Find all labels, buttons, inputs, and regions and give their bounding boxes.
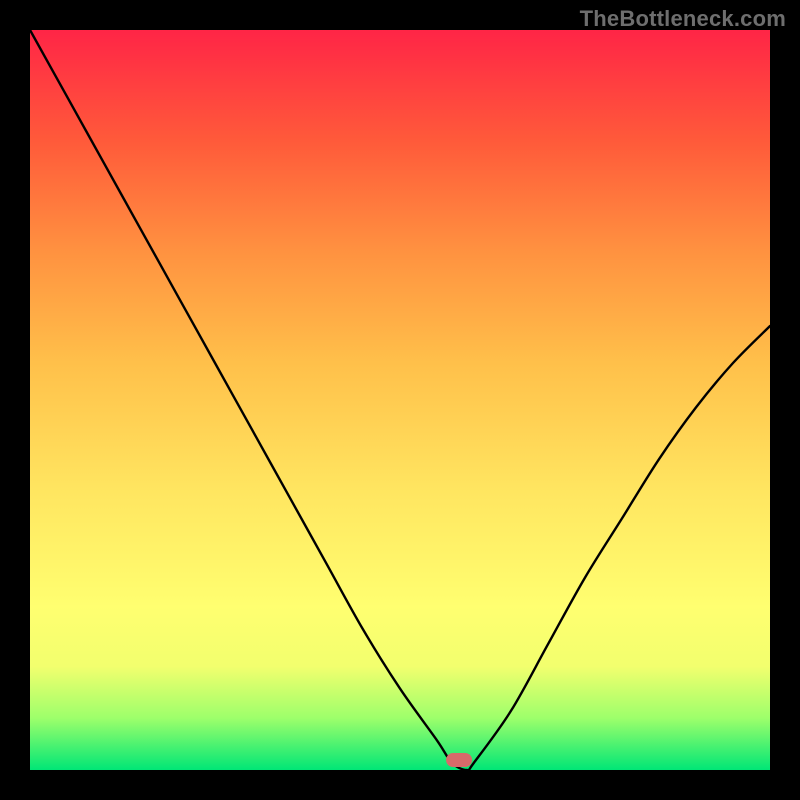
watermark-label: TheBottleneck.com xyxy=(580,6,786,32)
optimum-marker xyxy=(446,753,472,767)
plot-area xyxy=(30,30,770,770)
bottleneck-curve xyxy=(30,30,770,770)
chart-frame: TheBottleneck.com xyxy=(0,0,800,800)
curve-path xyxy=(30,30,770,770)
